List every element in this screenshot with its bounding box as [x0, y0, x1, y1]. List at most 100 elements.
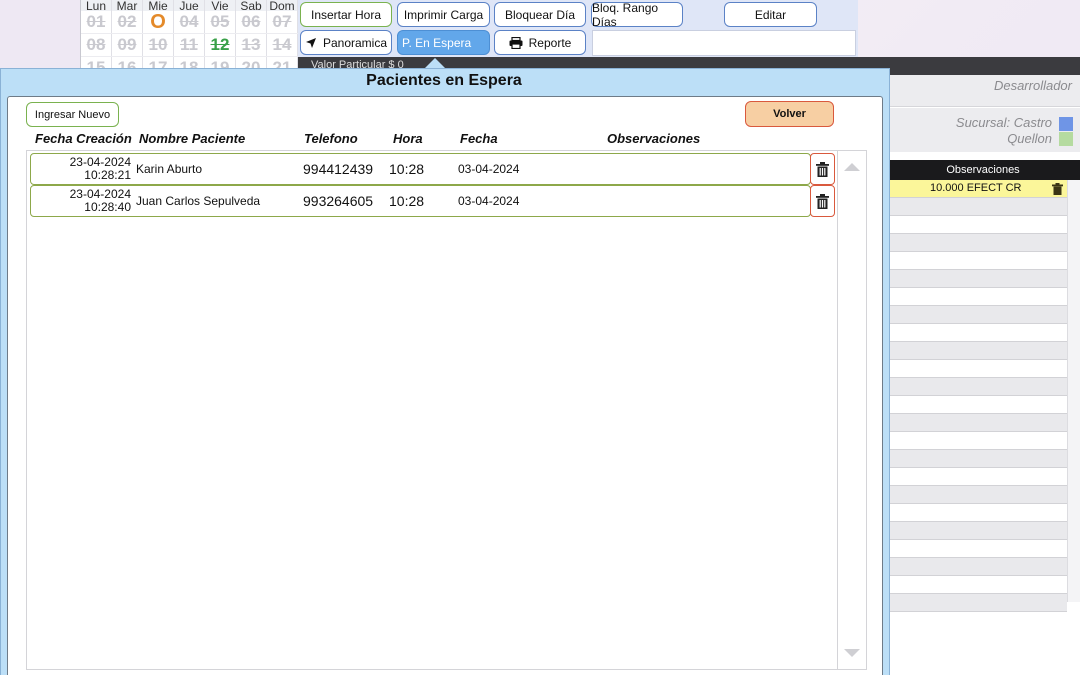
observation-row-empty[interactable]	[886, 252, 1067, 270]
navigation-arrow-icon	[305, 37, 316, 48]
calendar-day[interactable]: 11	[174, 34, 205, 56]
trash-icon	[816, 193, 829, 209]
patient-phone: 993264605	[303, 193, 374, 209]
calendar-weekday-header: Lun Mar Mie Jue Vie Sab Dom	[81, 0, 298, 12]
scroll-up-icon[interactable]	[844, 163, 860, 171]
calendar-day-today[interactable]: O	[143, 11, 174, 33]
calendar-day[interactable]: 14	[267, 34, 298, 56]
weekday-label: Lun	[81, 0, 112, 12]
right-panel-scrollbar[interactable]	[1067, 180, 1080, 602]
observation-row-empty[interactable]	[886, 504, 1067, 522]
patient-row[interactable]: 23-04-2024 10:28:21 Karin Aburto 9944124…	[30, 153, 811, 185]
calendar-day[interactable]: 07	[267, 11, 298, 33]
toolbar-blank-field	[592, 30, 856, 56]
calendar-day[interactable]: 02	[112, 11, 143, 33]
column-header-observaciones: Observaciones	[607, 131, 701, 146]
imprimir-carga-button[interactable]: Imprimir Carga	[397, 2, 490, 27]
calendar-day[interactable]: 01	[81, 11, 112, 33]
castro-color-swatch	[1059, 117, 1073, 131]
observation-text: 10.000 EFECT CR	[930, 182, 1022, 194]
weekday-label: Dom	[267, 0, 298, 12]
en-espera-button[interactable]: P. En Espera	[397, 30, 490, 55]
observation-row-empty[interactable]	[886, 522, 1067, 540]
panoramica-label: Panoramica	[322, 35, 388, 50]
patient-hora: 10:28	[389, 193, 425, 209]
observation-row-empty[interactable]	[886, 378, 1067, 396]
weekday-label: Vie	[205, 0, 236, 12]
editar-button[interactable]: Editar	[724, 2, 817, 27]
delete-patient-button[interactable]	[810, 153, 835, 185]
observation-row-empty[interactable]	[886, 234, 1067, 252]
weekday-label: Sab	[236, 0, 267, 12]
observation-row-empty[interactable]	[886, 324, 1067, 342]
panoramica-button[interactable]: Panoramica	[300, 30, 392, 55]
observation-row-empty[interactable]	[886, 414, 1067, 432]
patients-list	[26, 150, 838, 670]
column-header-fecha-creacion: Fecha Creación	[35, 131, 132, 146]
patient-name: Karin Aburto	[136, 162, 203, 176]
observation-row-empty[interactable]	[886, 342, 1067, 360]
observation-row-empty[interactable]	[886, 396, 1067, 414]
observation-row-empty[interactable]	[886, 468, 1067, 486]
patient-phone: 994412439	[303, 161, 374, 177]
calendar-day[interactable]: 08	[81, 34, 112, 56]
observation-row-empty[interactable]	[886, 432, 1067, 450]
bloq-rango-dias-button[interactable]: Bloq. Rango Días	[591, 1, 683, 29]
created-time: 10:28:40	[84, 200, 131, 214]
reporte-button[interactable]: Reporte	[494, 30, 586, 55]
observation-row-empty[interactable]	[886, 198, 1067, 216]
calendar-week: 01 02 O 04 05 06 07	[81, 11, 298, 34]
calendar-day-selected[interactable]: 12	[205, 34, 236, 56]
calendar-day[interactable]: 13	[236, 34, 267, 56]
weekday-label: Mie	[143, 0, 174, 12]
ingresar-nuevo-button[interactable]: Ingresar Nuevo	[26, 102, 119, 127]
column-header-hora: Hora	[393, 131, 423, 146]
calendar-week: 08 09 10 11 12 13 14	[81, 34, 298, 57]
observation-row-empty[interactable]	[886, 450, 1067, 468]
created-time: 10:28:21	[84, 168, 131, 182]
observation-row-empty[interactable]	[886, 576, 1067, 594]
volver-button[interactable]: Volver	[745, 101, 834, 127]
observation-row-empty[interactable]	[886, 558, 1067, 576]
column-header-fecha: Fecha	[460, 131, 498, 146]
patient-name: Juan Carlos Sepulveda	[136, 194, 261, 208]
quellon-color-swatch	[1059, 132, 1073, 146]
patients-list-scrollbar[interactable]	[838, 150, 867, 670]
calendar-day[interactable]: 05	[205, 11, 236, 33]
trash-icon[interactable]	[1052, 183, 1063, 195]
modal-title: Pacientes en Espera	[366, 72, 522, 89]
observation-row-empty[interactable]	[886, 360, 1067, 378]
patient-fecha: 03-04-2024	[458, 162, 520, 176]
bloquear-dia-button[interactable]: Bloquear Día	[494, 2, 586, 27]
observation-row-empty[interactable]	[886, 270, 1067, 288]
observation-row-empty[interactable]	[886, 594, 1067, 612]
mini-calendar: Lun Mar Mie Jue Vie Sab Dom 01 02 O 04 0…	[80, 0, 298, 70]
calendar-day[interactable]: 10	[143, 34, 174, 56]
observation-row-empty[interactable]	[886, 216, 1067, 234]
sucursal-castro-label: Sucursal: Castro	[955, 115, 1052, 130]
scroll-down-icon[interactable]	[844, 649, 860, 657]
weekday-label: Jue	[174, 0, 205, 12]
observation-row-empty[interactable]	[886, 306, 1067, 324]
created-datetime: 23-04-2024 10:28:40	[33, 186, 131, 216]
calendar-day[interactable]: 06	[236, 11, 267, 33]
sucursal-quellon-label: Quellon	[1007, 131, 1052, 146]
created-datetime: 23-04-2024 10:28:21	[33, 154, 131, 184]
delete-patient-button[interactable]	[810, 185, 835, 217]
observation-row-empty[interactable]	[886, 288, 1067, 306]
column-header-telefono: Telefono	[304, 131, 358, 146]
patient-hora: 10:28	[389, 161, 425, 177]
patient-row[interactable]: 23-04-2024 10:28:40 Juan Carlos Sepulved…	[30, 185, 811, 217]
trash-icon	[816, 161, 829, 177]
insertar-hora-button[interactable]: Insertar Hora	[300, 2, 392, 27]
observation-row[interactable]: 10.000 EFECT CR	[886, 180, 1067, 198]
observation-row-empty[interactable]	[886, 540, 1067, 558]
patient-fecha: 03-04-2024	[458, 194, 520, 208]
observation-row-empty[interactable]	[886, 486, 1067, 504]
weekday-label: Mar	[112, 0, 143, 12]
calendar-day[interactable]: 04	[174, 11, 205, 33]
observaciones-header: Observaciones	[886, 160, 1080, 180]
background-strip	[0, 0, 80, 70]
calendar-day[interactable]: 09	[112, 34, 143, 56]
column-header-nombre: Nombre Paciente	[139, 131, 246, 146]
